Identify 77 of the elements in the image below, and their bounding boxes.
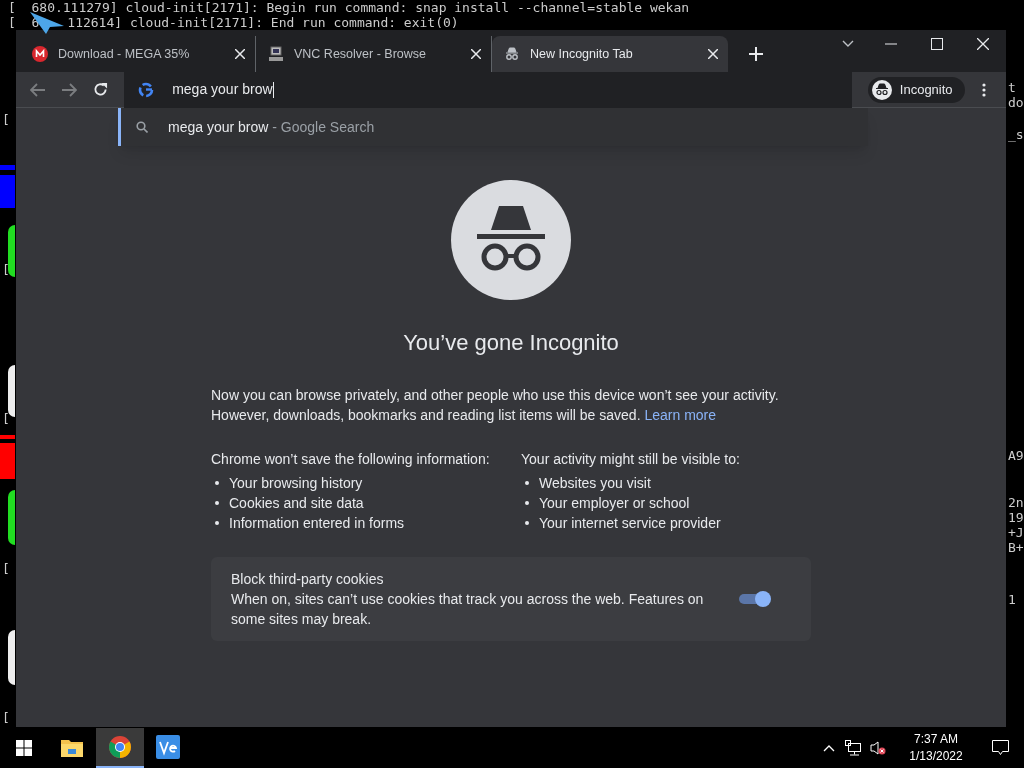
cookies-title: Block third-party cookies xyxy=(231,570,385,589)
close-icon[interactable] xyxy=(708,49,718,59)
tab-title: VNC Resolver - Browse xyxy=(294,45,427,63)
bullet-icon xyxy=(525,501,529,505)
plus-icon xyxy=(749,47,763,61)
intro-paragraph: Now you can browse privately, and other people who use this device won’t see your activity. However, downloads, bookmarks and reading list items will be saved. Learn more xyxy=(211,386,780,425)
close-icon[interactable] xyxy=(235,49,245,59)
list-item: Information entered in forms xyxy=(229,514,405,533)
terminal-text: [ xyxy=(2,111,10,129)
computer-icon xyxy=(268,46,284,62)
terminal-text: B+ xyxy=(1008,540,1024,555)
cookies-description: When on, sites can’t use cookies that track you across the web. Features on some sites may break. xyxy=(231,590,705,629)
mouse-pointer-icon xyxy=(30,12,64,34)
bullet-icon xyxy=(525,521,529,525)
folder-icon xyxy=(61,737,83,757)
profile-label: Incognito xyxy=(899,80,953,99)
windows-logo-icon xyxy=(16,740,32,756)
clock-date: 1/13/2022 xyxy=(909,748,963,765)
back-arrow-icon xyxy=(29,82,46,97)
terminal-text: t xyxy=(1008,80,1016,95)
terminal-text: [ xyxy=(2,709,10,727)
incognito-icon xyxy=(504,46,520,62)
toggle-switch[interactable] xyxy=(739,591,771,607)
taskbar-app-button[interactable] xyxy=(96,728,144,768)
more-vertical-icon xyxy=(982,82,987,97)
terminal-text: _s xyxy=(1008,127,1024,142)
incognito-icon xyxy=(871,79,892,100)
terminal-text: 19 xyxy=(1008,510,1024,525)
bullet-icon xyxy=(215,521,219,525)
terminal-text: cloud-init[2171]: Begin run command: snap install --channel=stable wekan xyxy=(125,0,690,15)
tab-title: New Incognito Tab xyxy=(530,45,634,63)
column-heading: Your activity might still be visible to: xyxy=(521,450,741,469)
terminal-text: [ 680.111279] xyxy=(8,0,118,15)
list-item: Your browsing history xyxy=(229,474,363,493)
speech-bubble-icon xyxy=(991,740,1009,756)
terminal-text: A9 xyxy=(1008,448,1024,463)
terminal-text: 112614] cloud-init[2171]: End run command: exit(0) xyxy=(67,15,459,30)
terminal-text: do xyxy=(1008,95,1024,110)
terminal-text: 2n xyxy=(1008,495,1024,510)
column-heading: Chrome won’t save the following information: xyxy=(211,450,491,469)
list-item: Your employer or school xyxy=(539,494,690,513)
terminal-text: +J xyxy=(1008,525,1024,540)
terminal-text: [ xyxy=(2,410,10,428)
network-icon xyxy=(845,740,862,756)
list-item: Your internet service provider xyxy=(539,514,721,533)
autocomplete-suggestion[interactable]: mega your brow - Google Search xyxy=(118,108,868,146)
m-logo-icon xyxy=(32,46,48,62)
terminal-text: 1 xyxy=(1008,592,1016,607)
learn-more-link[interactable]: Learn more xyxy=(644,407,717,423)
search-icon xyxy=(136,121,148,133)
incognito-profile-chip[interactable]: Incognito xyxy=(867,76,965,103)
bullet-icon xyxy=(215,481,219,485)
maximize-icon xyxy=(931,38,943,50)
chrome-logo-icon xyxy=(109,736,131,758)
terminal-text: [ xyxy=(2,260,10,279)
minimize-icon xyxy=(885,43,897,45)
tab-title: Download - MEGA 35% xyxy=(58,45,191,63)
speaker-muted-icon xyxy=(870,740,886,756)
close-icon xyxy=(977,38,989,50)
terminal-text: [ xyxy=(2,559,10,578)
bullet-icon xyxy=(525,481,529,485)
ve-logo-icon xyxy=(156,735,180,759)
close-icon[interactable] xyxy=(471,49,481,59)
bullet-icon xyxy=(215,501,219,505)
browser-tab[interactable]: New Incognito Tab xyxy=(492,36,728,72)
clock-time: 7:37 AM xyxy=(914,731,958,748)
list-item: Cookies and site data xyxy=(229,494,364,513)
incognito-icon xyxy=(451,180,571,300)
chevron-up-icon xyxy=(823,744,835,752)
page-heading: You’ve gone Incognito xyxy=(403,329,619,357)
list-item: Websites you visit xyxy=(539,474,651,493)
forward-arrow-icon xyxy=(61,82,78,97)
address-field[interactable]: mega your brow xyxy=(172,79,273,100)
reload-icon xyxy=(92,82,108,97)
suggestion-text: mega your brow - Google Search xyxy=(168,117,375,137)
google-g-icon xyxy=(138,81,155,98)
chevron-down-icon xyxy=(842,40,854,48)
